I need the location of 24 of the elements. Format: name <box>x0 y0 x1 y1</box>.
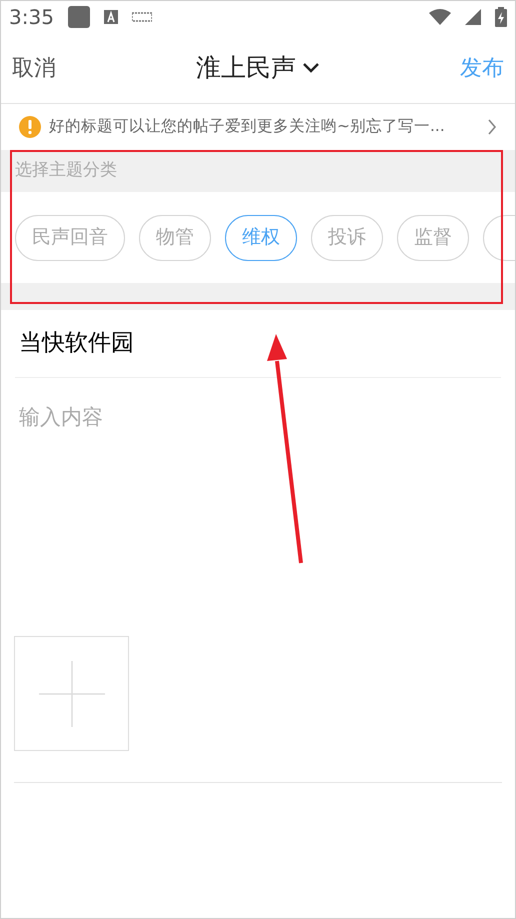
category-chip[interactable]: 民声回音 <box>15 214 125 260</box>
tip-banner[interactable]: 好的标题可以让您的帖子爱到更多关注哟~别忘了写一... <box>1 104 515 150</box>
section-heading: 选择主题分类 <box>15 159 117 182</box>
keyboard-a-icon <box>104 10 118 24</box>
chevron-down-icon <box>302 62 320 74</box>
content-field[interactable]: 输入内容 <box>15 402 501 434</box>
app-notification-icon <box>68 6 90 28</box>
status-time: 3:35 <box>9 4 54 31</box>
category-chip[interactable]: 监督 <box>397 214 469 260</box>
keyboard-icon <box>132 12 152 22</box>
category-chip[interactable]: 维权 <box>225 214 297 260</box>
chevron-right-icon <box>487 118 497 136</box>
category-chip[interactable]: 投诉 <box>311 214 383 260</box>
wifi-icon <box>429 9 451 25</box>
publish-button[interactable]: 发布 <box>460 52 504 84</box>
tip-text: 好的标题可以让您的帖子爱到更多关注哟~别忘了写一... <box>49 116 446 138</box>
signal-icon <box>465 9 481 25</box>
category-chip[interactable]: 物管 <box>139 214 211 260</box>
title-dropdown[interactable]: 淮上民声 <box>196 49 320 87</box>
cancel-button[interactable]: 取消 <box>12 52 56 84</box>
plus-icon <box>38 660 104 726</box>
warning-icon <box>19 116 41 138</box>
battery-icon <box>495 7 507 27</box>
post-title-field[interactable]: 当快软件园 <box>15 326 138 361</box>
